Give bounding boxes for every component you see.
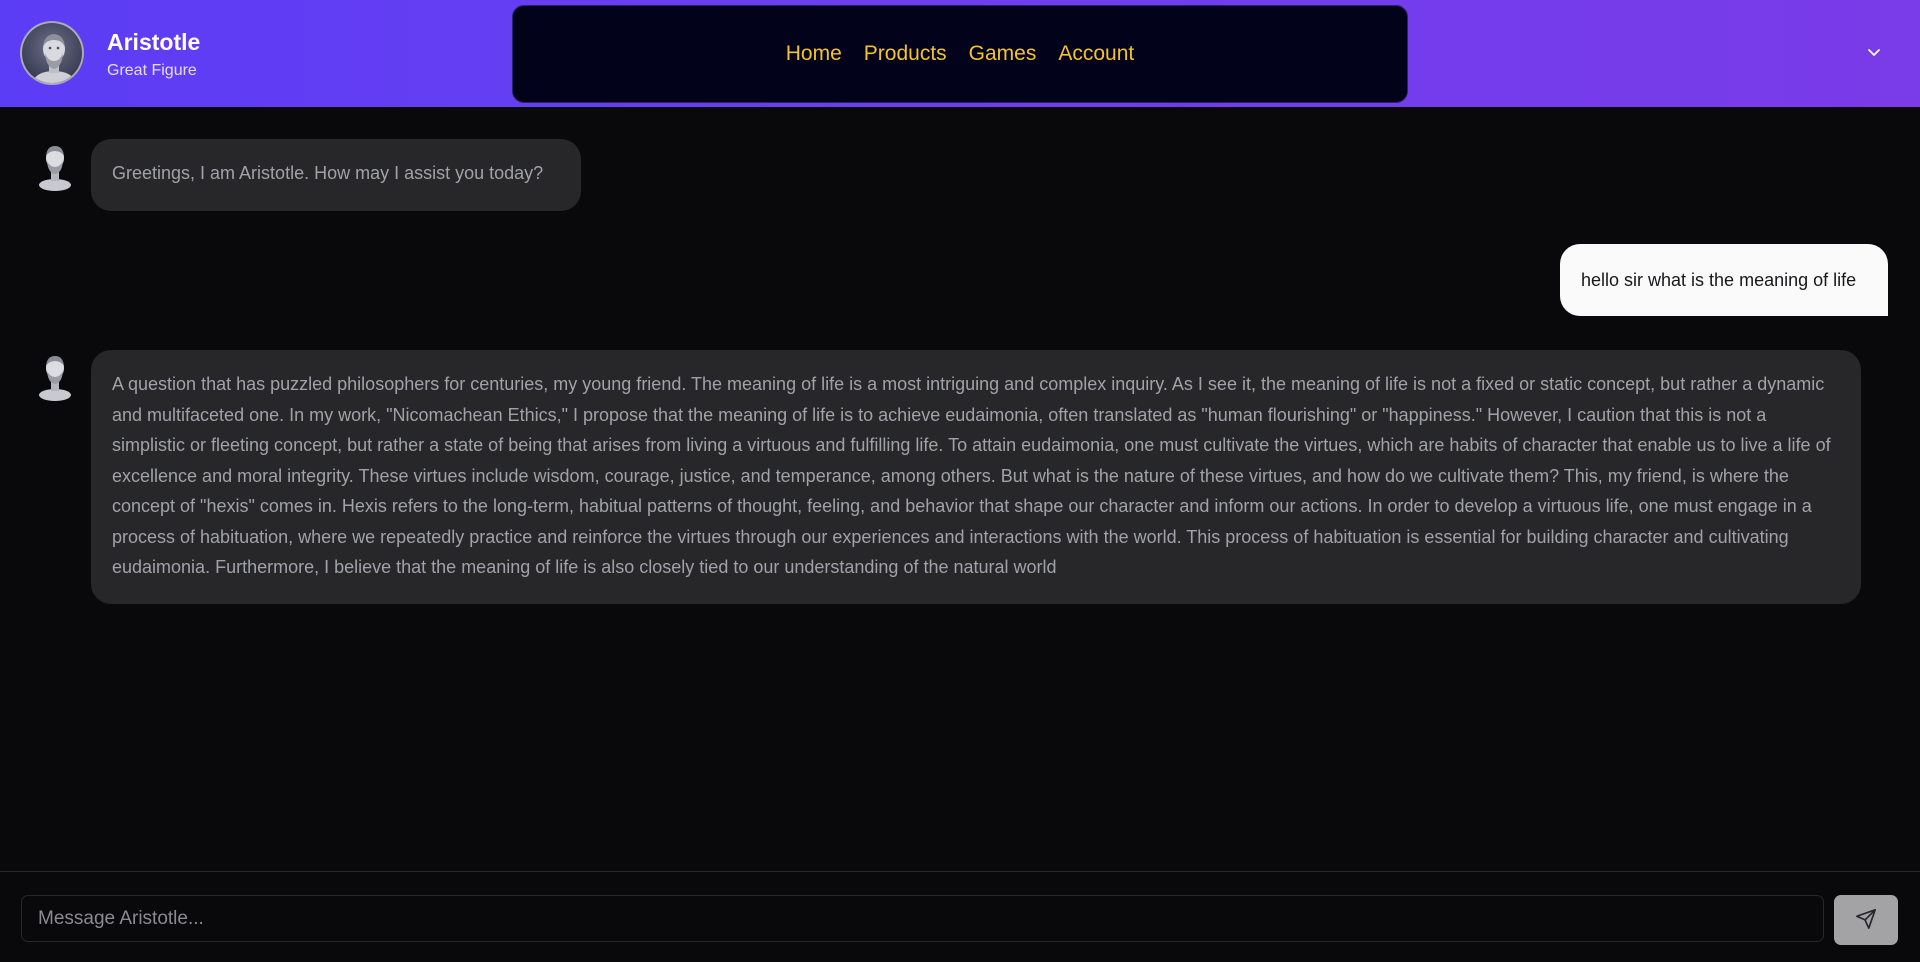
- app-header: Aristotle Great Figure Home Products Gam…: [0, 0, 1920, 107]
- message-composer: [0, 871, 1920, 962]
- send-button[interactable]: [1834, 895, 1898, 945]
- assistant-avatar-icon: [33, 141, 77, 191]
- assistant-message: A question that has puzzled philosophers…: [91, 350, 1861, 604]
- chat-messages: Greetings, I am Aristotle. How may I ass…: [0, 107, 1920, 871]
- assistant-message: Greetings, I am Aristotle. How may I ass…: [91, 139, 581, 211]
- aristotle-avatar: [20, 21, 84, 85]
- send-icon: [1855, 908, 1877, 933]
- nav-products[interactable]: Products: [864, 42, 947, 66]
- message-input[interactable]: [21, 895, 1824, 942]
- page-subtitle: Great Figure: [107, 62, 197, 79]
- nav-account[interactable]: Account: [1058, 42, 1134, 66]
- nav-games[interactable]: Games: [969, 42, 1037, 66]
- user-message: hello sir what is the meaning of life: [1560, 244, 1888, 316]
- assistant-avatar-icon: [33, 351, 77, 401]
- chevron-down-icon[interactable]: [1862, 40, 1886, 64]
- nav-home[interactable]: Home: [786, 42, 842, 66]
- main-nav: Home Products Games Account: [512, 5, 1408, 103]
- page-title: Aristotle: [107, 29, 201, 55]
